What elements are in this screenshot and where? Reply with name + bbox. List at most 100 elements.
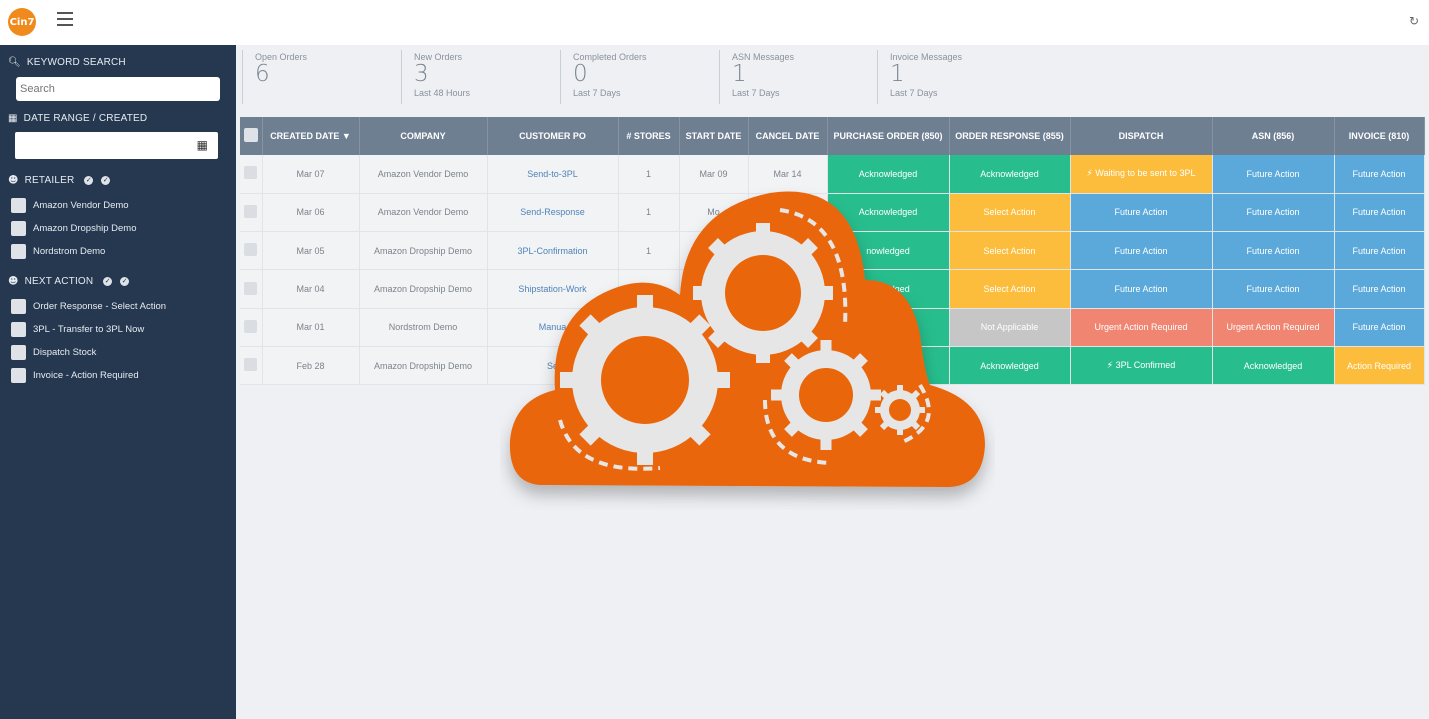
status-invoice[interactable]: Future Action: [1334, 155, 1425, 194]
gear-large: [560, 295, 730, 465]
retailer-option[interactable]: Amazon Dropship Demo: [11, 221, 137, 236]
checkbox[interactable]: [244, 204, 258, 218]
stat-asn-messages[interactable]: ASN Messages 1 Last 7 Days: [719, 50, 878, 104]
status-asn[interactable]: Future Action: [1212, 269, 1335, 309]
status-dispatch[interactable]: Future Action: [1070, 231, 1213, 271]
header-start-date[interactable]: START DATE: [679, 117, 749, 155]
next-action-heading: ☻ NEXT ACTION ✓ ✓: [8, 276, 130, 287]
checkbox[interactable]: [11, 368, 26, 383]
next-action-option[interactable]: 3PL - Transfer to 3PL Now: [11, 322, 144, 337]
stat-invoice-messages[interactable]: Invoice Messages 1 Last 7 Days: [877, 50, 1036, 104]
status-asn[interactable]: Future Action: [1212, 193, 1335, 233]
date-range-heading: ▦ DATE RANGE / CREATED: [8, 113, 148, 124]
users-icon: ☻: [8, 276, 19, 287]
next-action-option[interactable]: Dispatch Stock: [11, 345, 96, 360]
header-asn[interactable]: ASN (856): [1212, 117, 1335, 155]
cell-created: Mar 05: [262, 231, 360, 271]
row-select[interactable]: [240, 231, 263, 271]
status-asn[interactable]: Future Action: [1212, 231, 1335, 271]
status-asn[interactable]: Acknowledged: [1212, 346, 1335, 386]
date-range-input[interactable]: ▦: [15, 132, 218, 159]
status-dispatch[interactable]: ⚡︎ 3PL Confirmed: [1070, 346, 1213, 386]
status-invoice[interactable]: Future Action: [1334, 269, 1425, 309]
header-created-date[interactable]: CREATED DATE ▼: [262, 117, 360, 155]
stat-new-orders[interactable]: New Orders 3 Last 48 Hours: [401, 50, 560, 104]
users-icon: ☻: [8, 175, 19, 186]
status-dispatch[interactable]: ⚡︎ Waiting to be sent to 3PL: [1070, 155, 1213, 194]
header-company[interactable]: COMPANY: [359, 117, 488, 155]
retailer-option[interactable]: Amazon Vendor Demo: [11, 198, 129, 213]
checkbox[interactable]: [244, 358, 258, 372]
search-icon: 🔍︎: [8, 57, 21, 68]
refresh-icon[interactable]: ↻: [1409, 14, 1419, 28]
stat-completed-orders[interactable]: Completed Orders 0 Last 7 Days: [560, 50, 719, 104]
cell-created: Mar 07: [262, 155, 360, 194]
header-order-response[interactable]: ORDER RESPONSE (855): [949, 117, 1071, 155]
cell-created: Feb 28: [262, 346, 360, 386]
cell-created: Mar 04: [262, 269, 360, 309]
header-stores[interactable]: # STORES: [618, 117, 680, 155]
status-invoice[interactable]: Future Action: [1334, 231, 1425, 271]
gear-small: [875, 385, 925, 435]
header-dispatch[interactable]: DISPATCH: [1070, 117, 1213, 155]
checkbox[interactable]: [244, 319, 258, 333]
top-bar: Cin7 ↻: [0, 0, 1429, 45]
select-all-header[interactable]: [240, 117, 263, 155]
checkbox[interactable]: [244, 243, 258, 257]
checkbox[interactable]: [244, 166, 258, 180]
header-cancel-date[interactable]: CANCEL DATE: [748, 117, 828, 155]
check-none-icon[interactable]: ✓: [120, 277, 130, 286]
status-asn[interactable]: Future Action: [1212, 155, 1335, 194]
status-invoice[interactable]: Future Action: [1334, 308, 1425, 347]
cell-company: Amazon Dropship Demo: [359, 346, 488, 386]
checkbox[interactable]: [11, 244, 26, 259]
next-action-option[interactable]: Invoice - Action Required: [11, 368, 139, 383]
retailer-option[interactable]: Nordstrom Demo: [11, 244, 105, 259]
keyword-search-heading: 🔍︎ KEYWORD SEARCH: [8, 57, 126, 68]
sidebar: 🔍︎ KEYWORD SEARCH ▦ DATE RANGE / CREATED…: [0, 45, 236, 719]
status-invoice[interactable]: Future Action: [1334, 193, 1425, 233]
status-invoice[interactable]: Action Required: [1334, 346, 1425, 386]
check-none-icon[interactable]: ✓: [101, 176, 111, 185]
cell-company: Amazon Dropship Demo: [359, 231, 488, 271]
calendar-icon: ▦: [8, 113, 18, 124]
calendar-picker-icon[interactable]: ▦: [197, 138, 208, 152]
row-select[interactable]: [240, 308, 263, 347]
header-invoice[interactable]: INVOICE (810): [1334, 117, 1425, 155]
cell-company: Nordstrom Demo: [359, 308, 488, 347]
checkbox[interactable]: [11, 221, 26, 236]
cin7-logo[interactable]: Cin7: [8, 8, 36, 36]
status-dispatch[interactable]: Urgent Action Required: [1070, 308, 1213, 347]
cloud-gears-illustration: [509, 191, 985, 487]
keyword-search-input[interactable]: [16, 77, 220, 101]
header-customer-po[interactable]: CUSTOMER PO: [487, 117, 619, 155]
checkbox[interactable]: [11, 345, 26, 360]
checkbox[interactable]: [244, 281, 258, 295]
cell-company: Amazon Vendor Demo: [359, 155, 488, 194]
stat-open-orders[interactable]: Open Orders 6: [242, 50, 401, 104]
cell-company: Amazon Dropship Demo: [359, 269, 488, 309]
table-header-row: CREATED DATE ▼ COMPANY CUSTOMER PO # STO…: [240, 117, 1425, 155]
bolt-icon: ⚡︎: [1106, 360, 1114, 371]
row-select[interactable]: [240, 193, 263, 233]
gear-top: [693, 223, 833, 363]
row-select[interactable]: [240, 346, 263, 386]
checkbox[interactable]: [11, 198, 26, 213]
hamburger-icon[interactable]: [57, 12, 73, 26]
sort-desc-icon: ▼: [341, 131, 351, 141]
status-dispatch[interactable]: Future Action: [1070, 269, 1213, 309]
check-all-icon[interactable]: ✓: [84, 176, 94, 185]
checkbox[interactable]: [11, 322, 26, 337]
header-purchase-order[interactable]: PURCHASE ORDER (850): [827, 117, 950, 155]
check-all-icon[interactable]: ✓: [103, 277, 113, 286]
select-all-checkbox[interactable]: [243, 128, 258, 142]
status-dispatch[interactable]: Future Action: [1070, 193, 1213, 233]
row-select[interactable]: [240, 269, 263, 309]
next-action-option[interactable]: Order Response - Select Action: [11, 299, 166, 314]
cell-created: Mar 01: [262, 308, 360, 347]
retailer-heading: ☻ RETAILER ✓ ✓: [8, 175, 111, 186]
row-select[interactable]: [240, 155, 263, 194]
bolt-icon: ⚡︎: [1086, 168, 1093, 179]
checkbox[interactable]: [11, 299, 26, 314]
status-asn[interactable]: Urgent Action Required: [1212, 308, 1335, 347]
